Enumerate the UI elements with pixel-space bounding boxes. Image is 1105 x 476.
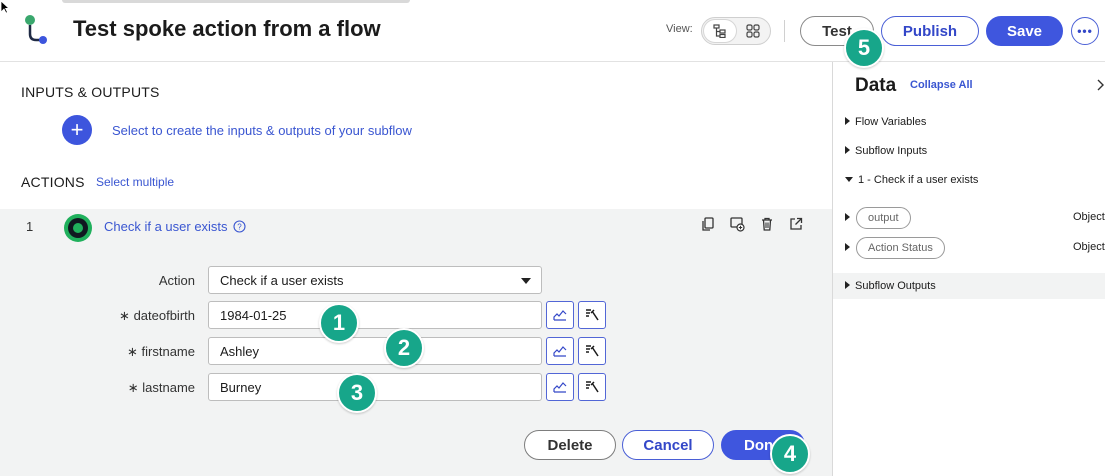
required-asterisk: ∗ xyxy=(127,380,139,395)
data-panel-title: Data xyxy=(855,75,897,96)
tree-item-subflow-outputs[interactable]: Subflow Outputs xyxy=(845,280,936,292)
add-inputs-outputs-button[interactable]: + xyxy=(62,115,92,145)
required-asterisk: ∗ xyxy=(127,344,138,359)
flow-logo-icon xyxy=(25,15,47,44)
action-field-label: Action xyxy=(158,273,195,288)
step-badge-4: 4 xyxy=(770,434,810,474)
tree-view-button[interactable] xyxy=(704,20,736,42)
step-badge-3: 3 xyxy=(337,373,377,413)
cancel-button[interactable]: Cancel xyxy=(622,430,714,460)
step-badge-5: 5 xyxy=(844,28,884,68)
plus-icon: + xyxy=(70,117,84,142)
add-annotation-icon[interactable] xyxy=(729,216,745,232)
action-select-value: Check if a user exists xyxy=(220,273,344,288)
tree-item-label: Flow Variables xyxy=(855,116,927,128)
tree-item-label: 1 - Check if a user exists xyxy=(858,174,979,186)
grid-view-icon xyxy=(746,24,760,38)
expand-caret-icon xyxy=(845,281,850,289)
dateofbirth-script-button[interactable] xyxy=(578,301,606,329)
action-status-data-pill[interactable]: Action Status xyxy=(856,237,945,259)
firstname-label: ∗ firstname xyxy=(75,344,195,360)
lastname-pill-picker-button[interactable] xyxy=(546,373,574,401)
action-name-link[interactable]: Check if a user exists xyxy=(104,219,228,234)
dateofbirth-label-text: dateofbirth xyxy=(133,308,195,323)
lastname-label-text: lastname xyxy=(142,380,195,395)
flow-designer-window: Test spoke action from a flow View: Test… xyxy=(0,0,1105,476)
select-multiple-link[interactable]: Select multiple xyxy=(96,175,174,189)
header-progress-strip xyxy=(62,0,410,3)
delete-button[interactable]: Delete xyxy=(524,430,616,460)
output-type-label: Object xyxy=(1073,211,1105,223)
lastname-script-button[interactable] xyxy=(578,373,606,401)
tree-item-step-1[interactable]: 1 - Check if a user exists xyxy=(845,174,978,186)
tree-item-flow-variables[interactable]: Flow Variables xyxy=(845,116,926,128)
expand-caret-icon xyxy=(845,146,850,154)
header-bar: Test spoke action from a flow View: Test… xyxy=(0,0,1105,62)
expand-caret-icon xyxy=(845,117,850,125)
save-button[interactable]: Save xyxy=(986,16,1063,46)
data-picker-icon xyxy=(586,345,599,357)
action-step-icon xyxy=(64,214,92,242)
svg-text:?: ? xyxy=(237,222,242,231)
actions-heading: ACTIONS xyxy=(21,174,85,190)
inputs-outputs-heading: INPUTS & OUTPUTS xyxy=(21,84,160,100)
data-pill-icon xyxy=(553,382,567,393)
tree-item-label: Subflow Inputs xyxy=(855,145,928,157)
required-asterisk: ∗ xyxy=(119,308,130,323)
data-pill-icon xyxy=(553,346,567,357)
more-options-button[interactable]: ••• xyxy=(1071,17,1099,45)
create-inputs-outputs-link[interactable]: Select to create the inputs & outputs of… xyxy=(112,123,412,138)
collapse-caret-icon xyxy=(845,177,853,182)
firstname-input[interactable]: Ashley xyxy=(208,337,542,365)
help-icon[interactable]: ? xyxy=(233,220,246,233)
copy-icon[interactable] xyxy=(700,216,716,232)
dateofbirth-input[interactable]: 1984-01-25 xyxy=(208,301,542,329)
dateofbirth-pill-picker-button[interactable] xyxy=(546,301,574,329)
view-toggle[interactable] xyxy=(701,17,771,45)
page-title: Test spoke action from a flow xyxy=(73,16,381,41)
mouse-cursor-icon xyxy=(0,0,10,14)
lastname-label: ∗ lastname xyxy=(75,380,195,396)
action-number: 1 xyxy=(26,219,34,234)
expand-caret-icon[interactable] xyxy=(845,243,850,251)
header-divider xyxy=(784,20,785,42)
firstname-label-text: firstname xyxy=(141,344,195,359)
tree-view-icon xyxy=(713,24,726,38)
firstname-script-button[interactable] xyxy=(578,337,606,365)
dateofbirth-label: ∗ dateofbirth xyxy=(75,308,195,324)
data-pill-icon xyxy=(553,310,567,321)
dropdown-caret-icon xyxy=(521,278,531,284)
action-select[interactable]: Check if a user exists xyxy=(208,266,542,294)
chevron-right-icon[interactable] xyxy=(1096,79,1105,91)
output-data-pill[interactable]: output xyxy=(856,207,911,229)
grid-view-button[interactable] xyxy=(737,20,769,42)
collapse-all-link[interactable]: Collapse All xyxy=(910,79,973,91)
expand-caret-icon[interactable] xyxy=(845,213,850,221)
step-badge-1: 1 xyxy=(319,303,359,343)
publish-button[interactable]: Publish xyxy=(881,16,979,46)
tree-item-subflow-inputs[interactable]: Subflow Inputs xyxy=(845,145,927,157)
tree-item-label: Subflow Outputs xyxy=(855,280,936,292)
data-picker-icon xyxy=(586,381,599,393)
open-external-icon[interactable] xyxy=(788,216,804,232)
step-badge-2: 2 xyxy=(384,328,424,368)
action-status-type-label: Object xyxy=(1073,241,1105,253)
trash-icon[interactable] xyxy=(759,216,775,232)
data-picker-icon xyxy=(586,309,599,321)
view-label: View: xyxy=(666,23,693,35)
firstname-pill-picker-button[interactable] xyxy=(546,337,574,365)
